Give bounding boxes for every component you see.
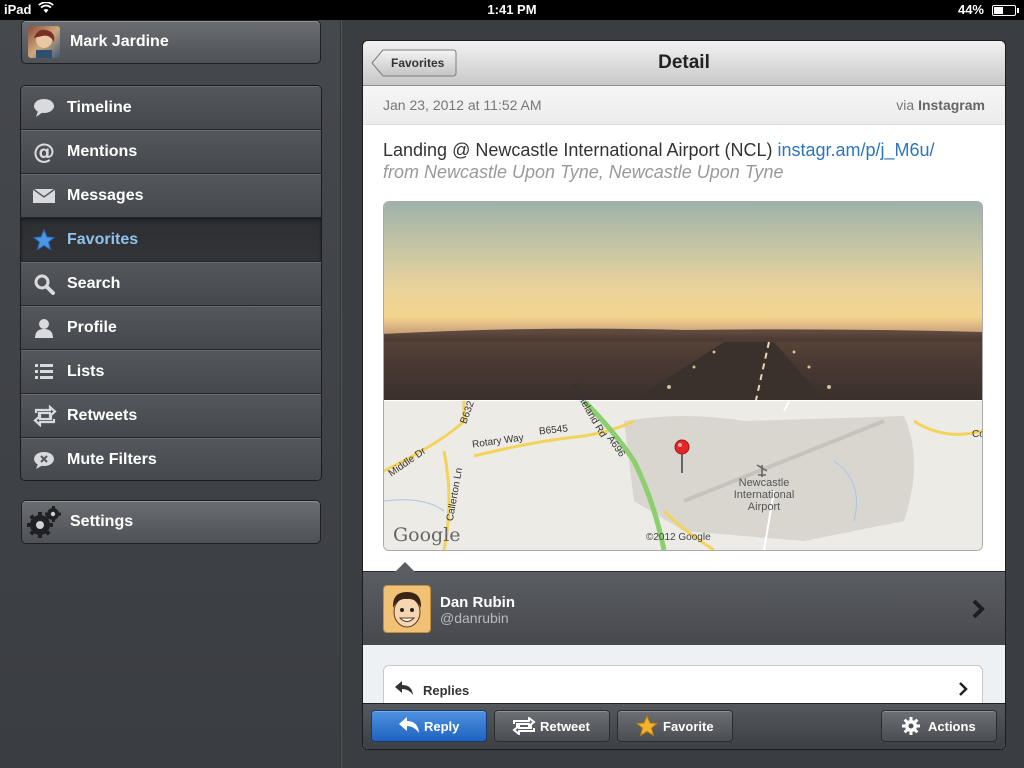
media-card: Rotary Way B6545 Middle Dr Callerton Ln … xyxy=(383,201,983,551)
retweet-icon xyxy=(33,404,57,428)
action-toolbar: Reply Retweet Favorite Actions xyxy=(363,703,1005,749)
tweet-source: via Instagram xyxy=(896,97,985,113)
sidebar-item-messages[interactable]: Messages xyxy=(21,174,321,218)
sidebar-item-timeline[interactable]: Timeline xyxy=(21,86,321,130)
airport-label-line: Newcastle xyxy=(738,477,790,489)
chevron-right-icon xyxy=(971,599,985,624)
sidebar-item-label: Search xyxy=(67,275,121,292)
chevron-right-icon xyxy=(958,682,968,701)
account-button[interactable]: Mark Jardine xyxy=(21,20,321,64)
airport-label-line: Airport xyxy=(747,501,781,513)
detail-panel: Favorites Detail Jan 23, 2012 at 11:52 A… xyxy=(362,40,1006,750)
via-source[interactable]: Instagram xyxy=(918,97,985,113)
google-logo: Google xyxy=(393,524,461,546)
photo-preview[interactable] xyxy=(384,202,982,400)
sidebar-item-mute-filters[interactable]: Mute Filters xyxy=(21,438,321,480)
sidebar-item-label: Favorites xyxy=(67,231,139,248)
settings-button[interactable]: Settings xyxy=(21,500,321,544)
tweet-body: Landing @ Newcastle International Airpor… xyxy=(383,139,988,183)
airport-label-line: International xyxy=(733,489,795,501)
sidebar-item-profile[interactable]: Profile xyxy=(21,306,321,350)
retweet-icon xyxy=(511,715,537,738)
tweet-text: Landing @ Newcastle International Airpor… xyxy=(383,140,773,160)
sidebar-item-label: Messages xyxy=(67,187,144,204)
tweet-place: from Newcastle Upon Tyne, Newcastle Upon… xyxy=(383,162,784,182)
favorite-label: Favorite xyxy=(663,719,714,734)
sidebar-item-search[interactable]: Search xyxy=(21,262,321,306)
actions-label: Actions xyxy=(928,719,976,734)
at-sign-icon: @ xyxy=(33,140,55,165)
sidebar-item-label: Mute Filters xyxy=(67,451,157,468)
status-bar: iPad 1:41 PM 44% xyxy=(0,0,1024,20)
author-notch xyxy=(395,562,415,572)
sidebar-item-favorites[interactable]: Favorites xyxy=(21,218,321,262)
sidebar-item-label: Timeline xyxy=(67,99,132,116)
mute-icon xyxy=(33,449,55,471)
battery-percent: 44% xyxy=(957,2,984,17)
via-prefix: via xyxy=(896,97,915,113)
account-name: Mark Jardine xyxy=(70,33,169,50)
location-map[interactable]: Rotary Way B6545 Middle Dr Callerton Ln … xyxy=(384,382,982,550)
map-airport-label: Newcastle International Airport xyxy=(724,477,804,513)
svg-text:@: @ xyxy=(33,141,55,163)
sidebar-item-label: Profile xyxy=(67,319,117,336)
settings-label: Settings xyxy=(70,513,134,530)
reply-button[interactable]: Reply xyxy=(371,710,487,742)
page-title: Detail xyxy=(658,52,710,73)
person-icon xyxy=(33,317,55,339)
retweet-button[interactable]: Retweet xyxy=(494,710,610,742)
gears-icon xyxy=(26,505,62,539)
reply-arrow-icon xyxy=(398,716,420,737)
reply-arrow-icon xyxy=(394,680,414,701)
reply-label: Reply xyxy=(424,719,460,734)
replies-section: Replies xyxy=(363,645,1005,717)
sidebar-item-label: Mentions xyxy=(67,143,138,160)
sidebar-item-label: Lists xyxy=(67,363,105,380)
map-copyright: ©2012 Google xyxy=(646,532,711,543)
author-handle: @danrubin xyxy=(440,610,509,626)
star-icon xyxy=(635,714,659,740)
magnifier-icon xyxy=(33,273,55,295)
sidebar-item-retweets[interactable]: Retweets xyxy=(21,394,321,438)
sidebar-menu: Timeline @ Mentions Messages Favorites S… xyxy=(20,85,322,481)
speech-bubble-icon xyxy=(33,97,55,119)
favorite-button[interactable]: Favorite xyxy=(617,710,733,742)
account-avatar xyxy=(28,26,60,58)
tweet-meta: Jan 23, 2012 at 11:52 AM via Instagram xyxy=(363,86,1005,125)
replies-label: Replies xyxy=(423,683,470,698)
tweet-timestamp: Jan 23, 2012 at 11:52 AM xyxy=(383,97,542,113)
navigation-bar: Favorites Detail xyxy=(363,41,1005,86)
author-name: Dan Rubin xyxy=(440,594,515,611)
tweet-link[interactable]: instagr.am/p/j_M6u/ xyxy=(777,140,934,160)
author-avatar xyxy=(383,585,431,633)
author-row[interactable]: Dan Rubin @danrubin xyxy=(363,562,1005,646)
gear-icon xyxy=(902,717,920,738)
battery-icon xyxy=(992,5,1019,16)
sidebar-item-lists[interactable]: Lists xyxy=(21,350,321,394)
retweet-label: Retweet xyxy=(540,719,590,734)
list-icon xyxy=(33,361,55,383)
sidebar-item-mentions[interactable]: @ Mentions xyxy=(21,130,321,174)
clock: 1:41 PM xyxy=(487,2,537,17)
envelope-icon xyxy=(32,185,56,207)
star-icon xyxy=(32,228,56,251)
map-road-label: Co xyxy=(972,429,982,440)
actions-button[interactable]: Actions xyxy=(881,710,997,742)
sidebar-item-label: Retweets xyxy=(67,407,138,424)
